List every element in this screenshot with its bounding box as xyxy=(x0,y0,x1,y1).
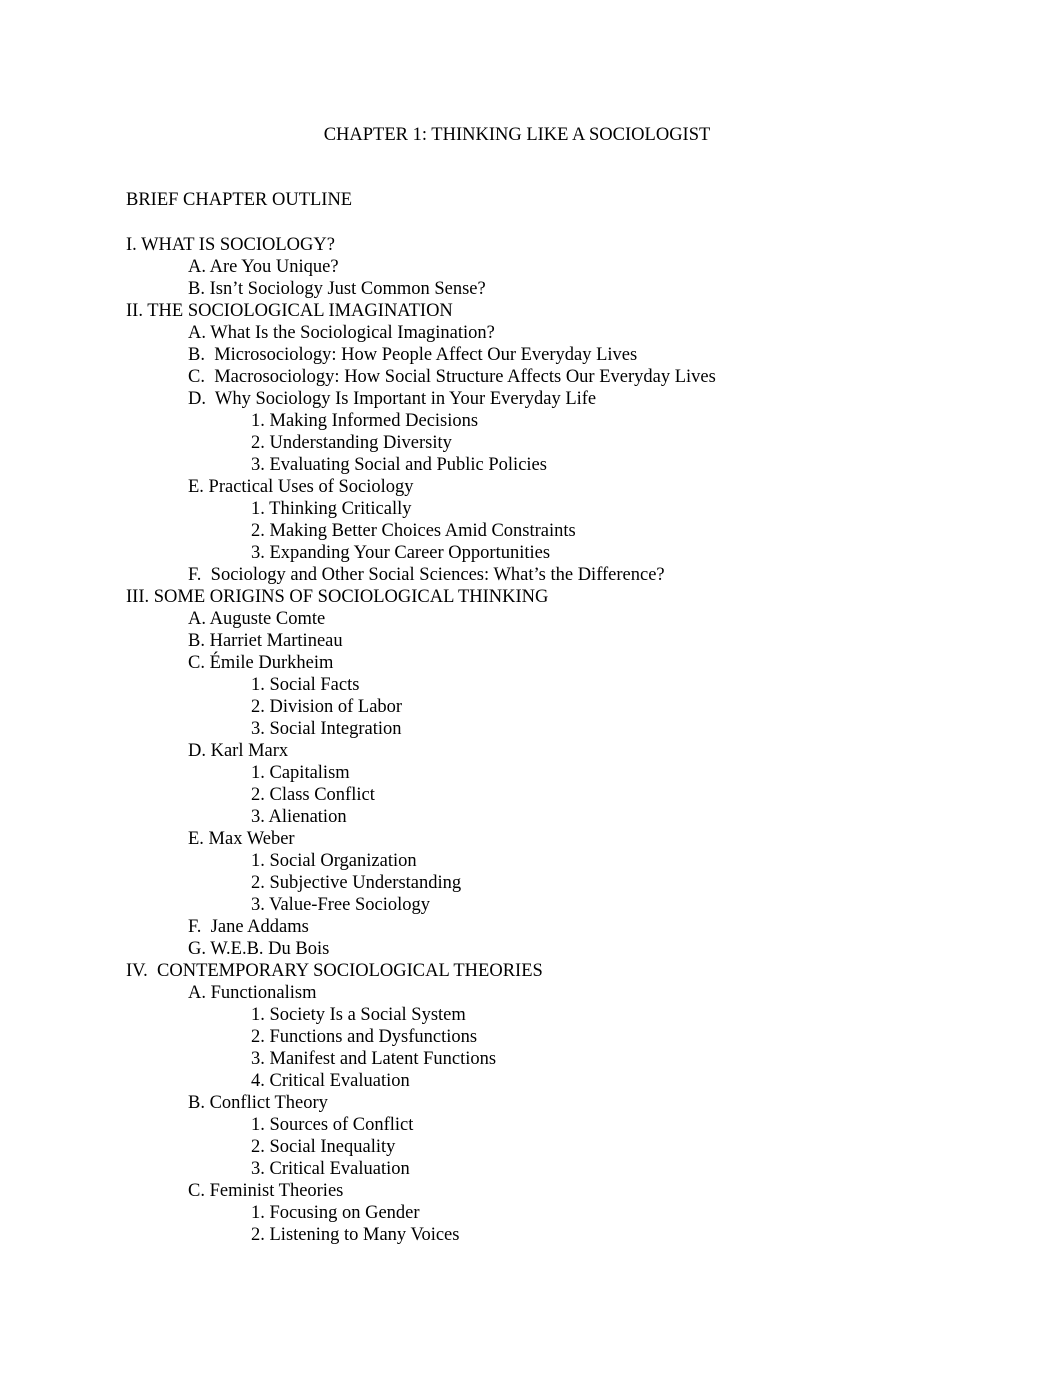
outline-subsection: A. Are You Unique? xyxy=(0,256,1062,278)
outline-item-text: 4. Critical Evaluation xyxy=(251,1071,410,1091)
outline-topic: 1. Focusing on Gender xyxy=(0,1202,1062,1224)
outline-topic: 2. Class Conflict xyxy=(0,784,1062,806)
outline-subsection: B. Harriet Martineau xyxy=(0,630,1062,652)
outline-subsection: E. Max Weber xyxy=(0,828,1062,850)
outline-topic: 4. Critical Evaluation xyxy=(0,1070,1062,1092)
outline-topic: 2. Subjective Understanding xyxy=(0,872,1062,894)
outline-subsection: B. Conflict Theory xyxy=(0,1092,1062,1114)
outline-item-text: B. Isn’t Sociology Just Common Sense? xyxy=(188,279,486,299)
outline-section: II. THE SOCIOLOGICAL IMAGINATION xyxy=(0,300,1062,322)
outline-item-text: III. SOME ORIGINS OF SOCIOLOGICAL THINKI… xyxy=(126,587,549,607)
outline-subsection: D. Why Sociology Is Important in Your Ev… xyxy=(0,388,1062,410)
outline-item-text: 2. Subjective Understanding xyxy=(251,873,462,893)
outline-topic: 3. Expanding Your Career Opportunities xyxy=(0,542,1062,564)
outline-topic: 3. Evaluating Social and Public Policies xyxy=(0,454,1062,476)
outline-section: I. WHAT IS SOCIOLOGY? xyxy=(0,234,1062,256)
outline-topic: 1. Thinking Critically xyxy=(0,498,1062,520)
outline-item-text: 2. Social Inequality xyxy=(251,1137,396,1157)
outline-item-text: 3. Value-Free Sociology xyxy=(251,895,430,915)
outline-topic: 1. Society Is a Social System xyxy=(0,1004,1062,1026)
outline-subsection: F. Sociology and Other Social Sciences: … xyxy=(0,564,1062,586)
outline-subsection: A. Auguste Comte xyxy=(0,608,1062,630)
outline-item-text: D. Why Sociology Is Important in Your Ev… xyxy=(188,389,597,409)
outline-item-text: C. Émile Durkheim xyxy=(188,653,334,673)
outline-item-text: I. WHAT IS SOCIOLOGY? xyxy=(126,235,335,255)
outline-topic: 3. Value-Free Sociology xyxy=(0,894,1062,916)
outline-subsection: F. Jane Addams xyxy=(0,916,1062,938)
outline-topic: 2. Understanding Diversity xyxy=(0,432,1062,454)
outline-item-text: A. What Is the Sociological Imagination? xyxy=(188,323,495,343)
outline-item-text: 1. Society Is a Social System xyxy=(251,1005,466,1025)
outline-topic: 1. Social Organization xyxy=(0,850,1062,872)
outline-item-text: 2. Making Better Choices Amid Constraint… xyxy=(251,521,576,541)
outline-subsection: A. Functionalism xyxy=(0,982,1062,1004)
outline-item-text: A. Auguste Comte xyxy=(188,609,326,629)
outline-topic: 3. Alienation xyxy=(0,806,1062,828)
outline-item-text: B. Conflict Theory xyxy=(188,1093,328,1113)
outline-item-text: F. Jane Addams xyxy=(188,917,309,937)
outline-subsection: C. Émile Durkheim xyxy=(0,652,1062,674)
outline-topic: 3. Social Integration xyxy=(0,718,1062,740)
outline-subsection: E. Practical Uses of Sociology xyxy=(0,476,1062,498)
outline-item-text: 3. Expanding Your Career Opportunities xyxy=(251,543,551,563)
outline-subsection: C. Feminist Theories xyxy=(0,1180,1062,1202)
outline-subsection: C. Macrosociology: How Social Structure … xyxy=(0,366,1062,388)
chapter-outline: I. WHAT IS SOCIOLOGY? A. Are You Unique? B… xyxy=(0,234,1062,1246)
outline-topic: 2. Functions and Dysfunctions xyxy=(0,1026,1062,1048)
outline-topic: 3. Manifest and Latent Functions xyxy=(0,1048,1062,1070)
outline-item-text: 2. Understanding Diversity xyxy=(251,433,452,453)
outline-item-text: II. THE SOCIOLOGICAL IMAGINATION xyxy=(126,301,453,321)
outline-item-text: 1. Making Informed Decisions xyxy=(251,411,479,431)
outline-heading: BRIEF CHAPTER OUTLINE xyxy=(126,190,353,210)
outline-topic: 1. Capitalism xyxy=(0,762,1062,784)
outline-item-text: 1. Thinking Critically xyxy=(251,499,412,519)
outline-item-text: 2. Division of Labor xyxy=(251,697,403,717)
outline-section: III. SOME ORIGINS OF SOCIOLOGICAL THINKI… xyxy=(0,586,1062,608)
outline-subsection: G. W.E.B. Du Bois xyxy=(0,938,1062,960)
outline-topic: 2. Division of Labor xyxy=(0,696,1062,718)
outline-section: IV. CONTEMPORARY SOCIOLOGICAL THEORIES xyxy=(0,960,1062,982)
outline-item-text: D. Karl Marx xyxy=(188,741,289,761)
outline-subsection: A. What Is the Sociological Imagination? xyxy=(0,322,1062,344)
outline-item-text: 3. Social Integration xyxy=(251,719,402,739)
outline-item-text: 3. Alienation xyxy=(251,807,347,827)
outline-topic: 2. Making Better Choices Amid Constraint… xyxy=(0,520,1062,542)
outline-item-text: B. Harriet Martineau xyxy=(188,631,343,651)
outline-subsection: B. Microsociology: How People Affect Our… xyxy=(0,344,1062,366)
outline-item-text: 1. Sources of Conflict xyxy=(251,1115,414,1135)
outline-item-text: 2. Listening to Many Voices xyxy=(251,1225,460,1245)
chapter-title: CHAPTER 1: THINKING LIKE A SOCIOLOGIST xyxy=(323,125,711,145)
outline-topic: 2. Listening to Many Voices xyxy=(0,1224,1062,1246)
outline-item-text: G. W.E.B. Du Bois xyxy=(188,939,330,959)
outline-topic: 1. Making Informed Decisions xyxy=(0,410,1062,432)
outline-item-text: 3. Manifest and Latent Functions xyxy=(251,1049,497,1069)
outline-item-text: 1. Focusing on Gender xyxy=(251,1203,420,1223)
outline-item-text: C. Macrosociology: How Social Structure … xyxy=(188,367,716,387)
outline-item-text: A. Are You Unique? xyxy=(188,257,339,277)
outline-item-text: E. Practical Uses of Sociology xyxy=(188,477,414,497)
outline-item-text: 2. Functions and Dysfunctions xyxy=(251,1027,478,1047)
outline-topic: 1. Sources of Conflict xyxy=(0,1114,1062,1136)
outline-topic: 1. Social Facts xyxy=(0,674,1062,696)
outline-item-text: B. Microsociology: How People Affect Our… xyxy=(188,345,638,365)
outline-subsection: B. Isn’t Sociology Just Common Sense? xyxy=(0,278,1062,300)
outline-topic: 3. Critical Evaluation xyxy=(0,1158,1062,1180)
outline-item-text: 2. Class Conflict xyxy=(251,785,375,805)
outline-subsection: D. Karl Marx xyxy=(0,740,1062,762)
outline-item-text: F. Sociology and Other Social Sciences: … xyxy=(188,565,665,585)
outline-item-text: 1. Social Facts xyxy=(251,675,360,695)
outline-item-text: IV. CONTEMPORARY SOCIOLOGICAL THEORIES xyxy=(126,961,543,981)
outline-item-text: A. Functionalism xyxy=(188,983,317,1003)
outline-item-text: C. Feminist Theories xyxy=(188,1181,344,1201)
outline-item-text: 3. Critical Evaluation xyxy=(251,1159,410,1179)
outline-item-text: 1. Social Organization xyxy=(251,851,417,871)
outline-item-text: 1. Capitalism xyxy=(251,763,350,783)
outline-item-text: E. Max Weber xyxy=(188,829,295,849)
outline-topic: 2. Social Inequality xyxy=(0,1136,1062,1158)
outline-item-text: 3. Evaluating Social and Public Policies xyxy=(251,455,547,475)
